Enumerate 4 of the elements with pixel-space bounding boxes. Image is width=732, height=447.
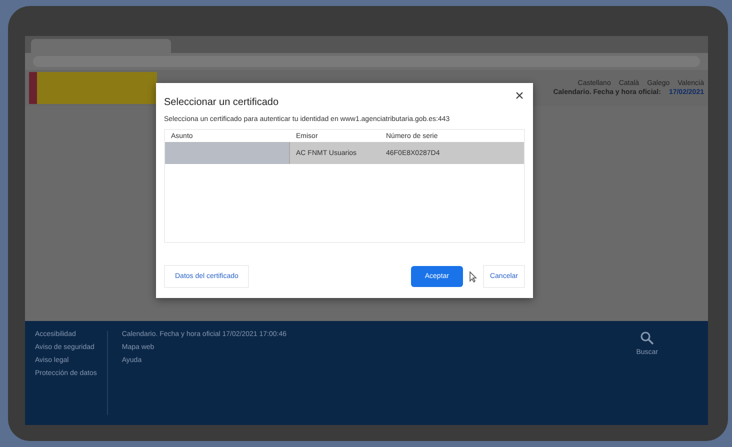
search-icon[interactable]	[640, 331, 654, 345]
close-icon[interactable]	[516, 92, 523, 99]
dialog-title: Seleccionar un certificado	[164, 97, 280, 108]
cursor-icon	[468, 270, 477, 282]
